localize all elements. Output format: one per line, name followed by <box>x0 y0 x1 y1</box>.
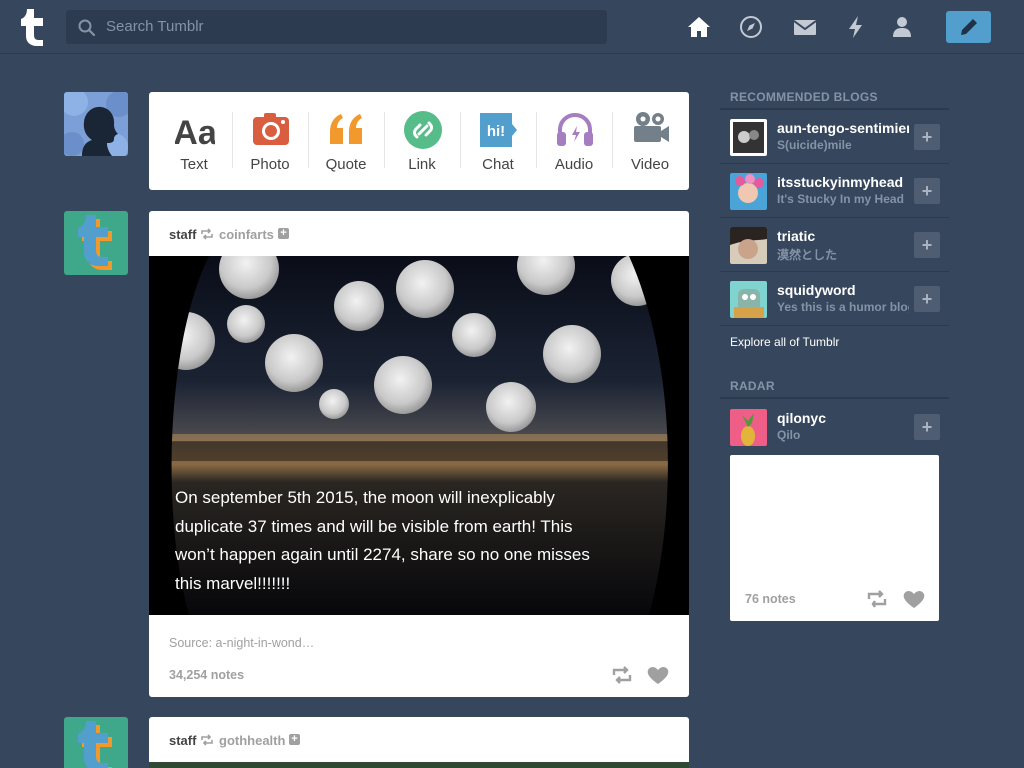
text-icon: Aa <box>175 114 215 150</box>
post-card: staff coinfarts + On september 5th 2015,… <box>149 211 689 697</box>
recommended-blog-row[interactable]: itsstuckyinmyhead It's Stucky In my Head… <box>720 164 949 218</box>
reblog-button-icon[interactable] <box>866 589 888 609</box>
recommended-blog-row[interactable]: squidyword Yes this is a humor blog + <box>720 272 949 326</box>
blog-subtitle: Yes this is a humor blog <box>777 300 909 314</box>
post-notes-count[interactable]: 34,254 notes <box>169 668 244 682</box>
top-bar: Search Tumblr <box>0 0 1024 54</box>
radar-notes-count[interactable]: 76 notes <box>745 592 796 606</box>
reblog-button-icon[interactable] <box>611 665 633 685</box>
camera-icon <box>253 113 289 145</box>
follow-button[interactable]: + <box>914 232 940 258</box>
post-type-bar: Aa Text Photo Quote Link hi! Chat Audio … <box>149 92 689 190</box>
post-type-link[interactable]: Link <box>384 92 460 190</box>
blog-name: aun-tengo-sentimientos <box>777 120 909 136</box>
blog-name: itsstuckyinmyhead <box>777 174 904 190</box>
photo-caption: On september 5th 2015, the moon will ine… <box>175 488 590 593</box>
post-type-audio[interactable]: Audio <box>536 92 612 190</box>
staff-avatar[interactable] <box>64 717 128 768</box>
user-silhouette-icon <box>64 92 128 156</box>
follow-plus-icon[interactable]: + <box>278 228 289 239</box>
blog-subtitle: It's Stucky In my Head <box>777 192 904 206</box>
compose-button[interactable] <box>946 11 991 43</box>
post-card: staff gothhealth + <box>149 717 689 768</box>
recommended-blog-row[interactable]: triatic 漠然とした + <box>720 218 949 272</box>
video-camera-icon <box>634 112 669 142</box>
post-type-chat[interactable]: hi! Chat <box>460 92 536 190</box>
link-icon <box>404 111 442 149</box>
radar-title: RADAR <box>730 379 775 393</box>
blog-name: qilonyc <box>777 410 827 426</box>
blog-subtitle: Qilo <box>777 428 801 442</box>
blog-avatar <box>730 173 767 210</box>
divider <box>720 397 949 399</box>
blog-name: squidyword <box>777 282 856 298</box>
quote-icon <box>330 114 362 144</box>
post-source[interactable]: Source: a-night-in-wond… <box>169 636 314 650</box>
like-heart-icon[interactable] <box>647 666 669 685</box>
headphones-icon <box>557 112 593 146</box>
post-author[interactable]: staff <box>169 227 196 242</box>
follow-button[interactable]: + <box>914 124 940 150</box>
pencil-icon <box>961 19 977 35</box>
follow-button[interactable]: + <box>914 178 940 204</box>
post-type-photo[interactable]: Photo <box>232 92 308 190</box>
chat-icon: hi! <box>480 113 517 147</box>
svg-text:hi!: hi! <box>487 123 505 140</box>
search-box[interactable]: Search Tumblr <box>66 10 607 44</box>
explore-compass-icon[interactable] <box>739 15 763 39</box>
search-icon <box>78 19 96 37</box>
post-type-quote[interactable]: Quote <box>308 92 384 190</box>
reblogged-from[interactable]: coinfarts <box>219 227 274 242</box>
tumblr-staff-logo-icon <box>78 721 112 768</box>
tumblr-staff-logo-icon <box>78 215 112 270</box>
blog-subtitle: S(uicide)mile <box>777 138 852 152</box>
blog-avatar <box>730 227 767 264</box>
staff-avatar[interactable] <box>64 211 128 275</box>
post-type-text[interactable]: Aa Text <box>156 92 232 190</box>
search-placeholder: Search Tumblr <box>106 18 204 35</box>
blog-avatar <box>730 119 767 156</box>
recommended-blogs-title: RECOMMENDED BLOGS <box>730 90 878 104</box>
reblog-icon <box>201 734 213 746</box>
account-person-icon[interactable] <box>890 15 914 39</box>
post-type-video[interactable]: Video <box>612 92 688 190</box>
post-author[interactable]: staff <box>169 733 196 748</box>
inbox-mail-icon[interactable] <box>793 15 817 39</box>
radar-post-card[interactable]: 76 notes <box>730 455 939 621</box>
user-avatar[interactable] <box>64 92 128 156</box>
blog-subtitle: 漠然とした <box>777 248 838 262</box>
reblog-icon <box>201 228 213 240</box>
explore-link[interactable]: Explore all of Tumblr <box>730 335 839 349</box>
post-photo[interactable]: On september 5th 2015, the moon will ine… <box>149 256 689 615</box>
follow-button[interactable]: + <box>914 414 940 440</box>
blog-name: triatic <box>777 228 816 244</box>
blog-avatar <box>730 281 767 318</box>
follow-plus-icon[interactable]: + <box>289 734 300 745</box>
recommended-blog-row[interactable]: aun-tengo-sentimientos S(uicide)mile + <box>720 110 949 164</box>
activity-lightning-icon[interactable] <box>844 15 868 39</box>
post-photo[interactable] <box>149 762 689 768</box>
reblogged-from[interactable]: gothhealth <box>219 733 285 748</box>
tumblr-logo-icon[interactable] <box>18 7 48 47</box>
radar-blog-row[interactable]: qilonyc Qilo + <box>720 400 949 454</box>
follow-button[interactable]: + <box>914 286 940 312</box>
blog-avatar <box>730 409 767 446</box>
like-heart-icon[interactable] <box>903 590 925 609</box>
post-header: staff coinfarts + <box>149 211 689 256</box>
home-icon[interactable] <box>687 15 711 39</box>
post-header: staff gothhealth + <box>149 717 689 762</box>
svg-text:Aa: Aa <box>175 114 215 150</box>
